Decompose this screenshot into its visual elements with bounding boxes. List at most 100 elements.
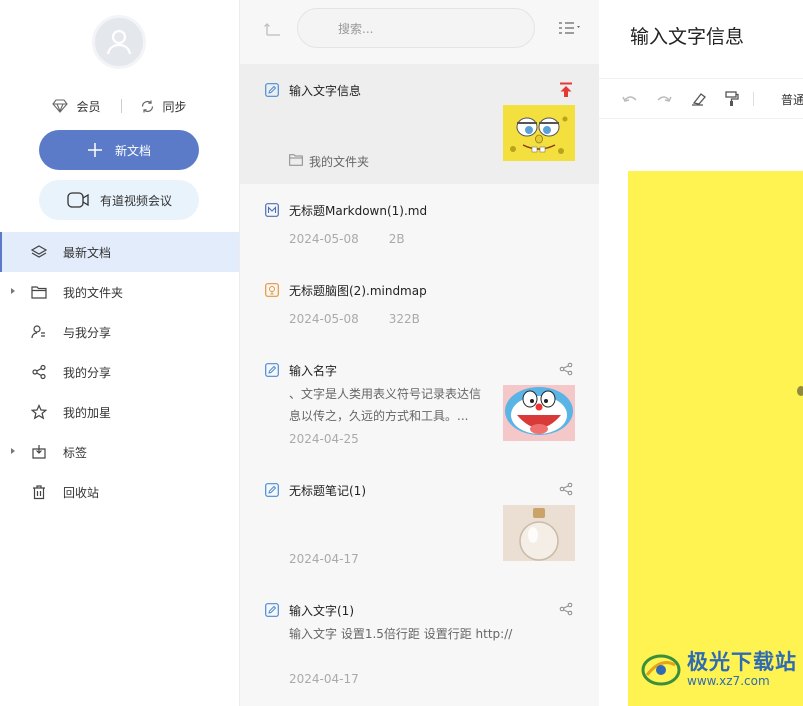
- doc-date: 2024-04-17: [289, 552, 359, 566]
- sidebar-item-tags[interactable]: 标签: [0, 432, 239, 472]
- note-icon: [265, 363, 279, 377]
- list-item[interactable]: 输入名字 、文字是人类用表义符号记录表达信息以传之，久远的方式和工具。... 2…: [240, 344, 600, 464]
- doc-title: 无标题Markdown(1).md: [289, 204, 428, 218]
- go-up-icon[interactable]: [264, 20, 282, 36]
- sidebar-nav: 最新文档 我的文件夹 与我分享 我的分享 我的加星 标签 回收站: [0, 232, 239, 512]
- divider: [120, 99, 122, 113]
- doc-size: 322B: [388, 312, 420, 326]
- layers-icon: [31, 244, 47, 260]
- share-icon[interactable]: [559, 602, 573, 616]
- doc-date: 2024-04-25: [289, 432, 359, 446]
- sync-button[interactable]: 同步: [140, 98, 187, 115]
- star-icon: [31, 404, 47, 420]
- plus-icon: [87, 143, 102, 157]
- sidebar-item-my-folder[interactable]: 我的文件夹: [0, 272, 239, 312]
- diamond-icon: [52, 99, 69, 113]
- sponge-character-image: [503, 105, 575, 161]
- watermark: 极光下载站 www.xz7.com: [641, 652, 797, 687]
- doc-size: 2B: [388, 232, 405, 246]
- redo-icon[interactable]: [655, 91, 673, 107]
- sync-icon: [141, 100, 153, 112]
- list-toolbar: 搜索...: [240, 0, 600, 58]
- sidebar-item-label: 标签: [63, 445, 88, 460]
- thumbnail-image: [503, 505, 575, 561]
- watermark-name: 极光下载站: [687, 650, 797, 674]
- vip-link[interactable]: 会员: [52, 98, 101, 115]
- thumbnail-image: [503, 385, 575, 441]
- thumbnail-image: [503, 105, 575, 161]
- trash-icon: [31, 484, 47, 500]
- canvas-handle: [797, 386, 803, 396]
- account-row: 会员 同步: [0, 96, 239, 116]
- sidebar-item-label: 我的文件夹: [63, 285, 124, 300]
- doc-meta: 2024-05-08 2B: [289, 232, 405, 246]
- toolbar-divider: [753, 92, 754, 106]
- undo-icon[interactable]: [621, 91, 639, 107]
- sidebar-item-shared-with-me[interactable]: 与我分享: [0, 312, 239, 352]
- watermark-text: 极光下载站 www.xz7.com: [687, 650, 797, 688]
- doc-meta: 2024-05-08 322B: [289, 312, 420, 326]
- new-document-label: 新文档: [114, 143, 151, 158]
- list-item[interactable]: 输入文字信息 我的文件夹: [240, 64, 600, 184]
- tag-icon: [31, 444, 47, 460]
- user-avatar[interactable]: [92, 15, 146, 69]
- doc-preview: 、文字是人类用表义符号记录表达信息以传之，久远的方式和工具。...: [289, 387, 482, 423]
- sync-label: 同步: [162, 99, 187, 114]
- new-document-button[interactable]: 新文档: [39, 130, 199, 170]
- video-camera-icon: [67, 192, 89, 208]
- editor-toolbar: 普通: [599, 78, 803, 119]
- list-item[interactable]: 无标题Markdown(1).md 2024-05-08 2B: [240, 184, 600, 264]
- video-meeting-button[interactable]: 有道视频会议: [39, 180, 199, 220]
- eraser-icon[interactable]: [691, 91, 707, 107]
- folder-icon: [31, 284, 47, 300]
- format-painter-icon[interactable]: [725, 91, 739, 107]
- list-item[interactable]: 输入文字(1) 输入文字 设置1.5倍行距 设置行距 http:// 2024-…: [240, 584, 600, 706]
- sidebar-item-label: 与我分享: [63, 325, 112, 340]
- list-view-icon[interactable]: [558, 20, 582, 36]
- expand-caret-icon[interactable]: [11, 448, 15, 454]
- folder-icon: [289, 154, 303, 166]
- user-icon: [106, 29, 132, 55]
- doc-title: 输入名字: [289, 364, 338, 378]
- sidebar-item-label: 我的分享: [63, 365, 112, 380]
- watermark-logo-icon: [641, 654, 681, 685]
- doc-title: 输入文字信息: [289, 84, 362, 98]
- markdown-icon: [265, 203, 279, 217]
- doc-date: 2024-05-08: [289, 312, 359, 326]
- note-icon: [265, 483, 279, 497]
- expand-caret-icon[interactable]: [11, 288, 15, 294]
- sidebar-item-recent[interactable]: 最新文档: [0, 232, 239, 272]
- video-meeting-label: 有道视频会议: [99, 193, 172, 208]
- sidebar-item-label: 我的加星: [63, 405, 112, 420]
- share-icon: [31, 364, 47, 380]
- document-list-panel: 搜索... 输入文字信息 我的文件夹 无标题Markdown(1).md 202…: [239, 0, 600, 706]
- search-input[interactable]: 搜索...: [297, 8, 535, 48]
- doc-preview: 输入文字 设置1.5倍行距 设置行距 http://: [289, 627, 513, 641]
- doc-date: 2024-04-17: [289, 672, 359, 686]
- share-icon[interactable]: [559, 362, 573, 376]
- mindmap-icon: [265, 283, 279, 297]
- glass-bottle-image: [503, 505, 575, 561]
- sidebar-item-my-shares[interactable]: 我的分享: [0, 352, 239, 392]
- paragraph-style-select[interactable]: 普通: [781, 91, 803, 108]
- pin-top-icon[interactable]: [559, 82, 573, 98]
- doc-title: 无标题笔记(1): [289, 484, 366, 498]
- list-item[interactable]: 无标题脑图(2).mindmap 2024-05-08 322B: [240, 264, 600, 344]
- doc-folder: 我的文件夹: [309, 155, 370, 169]
- doc-title: 无标题脑图(2).mindmap: [289, 284, 427, 298]
- watermark-url: www.xz7.com: [687, 674, 770, 688]
- vip-label: 会员: [76, 99, 101, 114]
- document-canvas[interactable]: [628, 171, 803, 706]
- editor-panel: 输入文字信息 普通: [599, 0, 803, 706]
- sidebar: 会员 同步 新文档 有道视频会议 最新文档 我的文件夹 与我分享 我的分享 我的…: [0, 0, 239, 706]
- shared-users-icon: [31, 324, 47, 340]
- document-title[interactable]: 输入文字信息: [630, 22, 744, 49]
- note-icon: [265, 603, 279, 617]
- list-item[interactable]: 无标题笔记(1) 2024-04-17: [240, 464, 600, 584]
- sidebar-item-trash[interactable]: 回收站: [0, 472, 239, 512]
- doc-date: 2024-05-08: [289, 232, 359, 246]
- sidebar-item-label: 回收站: [63, 485, 100, 500]
- share-icon[interactable]: [559, 482, 573, 496]
- sidebar-item-starred[interactable]: 我的加星: [0, 392, 239, 432]
- sidebar-item-label: 最新文档: [63, 245, 112, 260]
